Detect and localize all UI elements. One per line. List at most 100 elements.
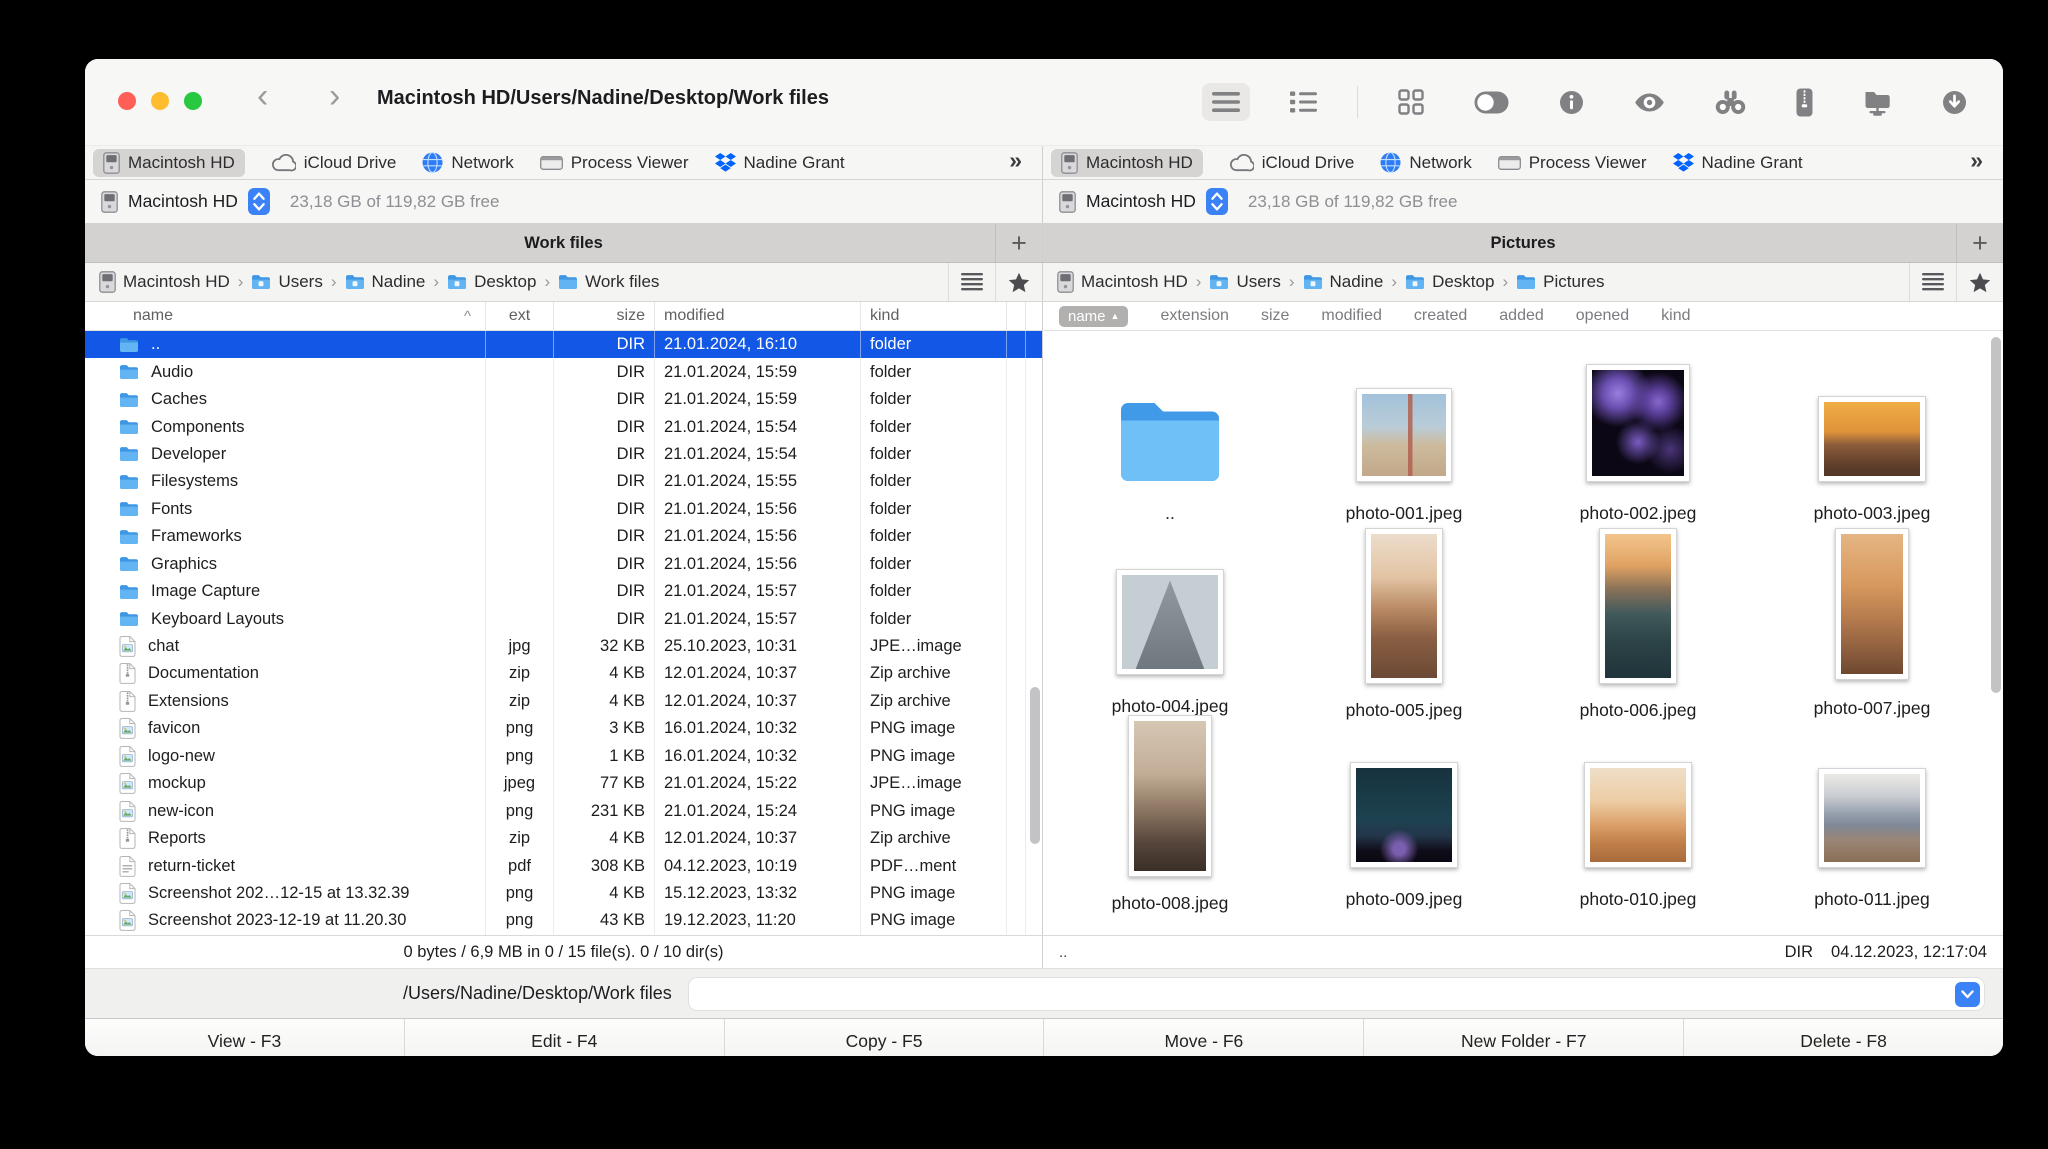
favorite-nadine-grant[interactable]: Nadine Grant <box>714 153 845 173</box>
favorite-macintosh-hd[interactable]: Macintosh HD <box>1051 148 1203 177</box>
column-header-size[interactable]: size <box>554 302 655 330</box>
column-header-opened[interactable]: opened <box>1576 307 1629 325</box>
file-row-favicon[interactable]: favicon png 3 KB 16.01.2024, 10:32 PNG image <box>85 715 1042 743</box>
drive-stepper[interactable] <box>1205 188 1228 215</box>
file-row-filesystems[interactable]: Filesystems DIR 21.01.2024, 15:55 folder <box>85 468 1042 496</box>
search-binoculars-button[interactable] <box>1705 82 1756 123</box>
grid-item-photo-010-jpeg[interactable]: photo-010.jpeg <box>1521 721 1755 914</box>
favorites-overflow-button[interactable]: » <box>1009 147 1022 174</box>
tab-work-files[interactable]: Work files <box>524 234 603 253</box>
breadcrumb-item-pictures[interactable]: Pictures <box>1516 272 1605 292</box>
add-tab-button[interactable]: + <box>995 224 1042 262</box>
column-header-kind[interactable]: kind <box>861 302 1007 330</box>
file-row-developer[interactable]: Developer DIR 21.01.2024, 15:54 folder <box>85 440 1042 469</box>
file-row-extensions[interactable]: Extensions zip 4 KB 12.01.2024, 10:37 Zip ar… <box>85 687 1042 716</box>
column-header-ext[interactable]: ext <box>486 302 554 330</box>
function-button-move-f6[interactable]: Move - F6 <box>1043 1019 1363 1056</box>
forward-button[interactable]: › <box>329 77 340 116</box>
grid-item-photo-007-jpeg[interactable]: photo-007.jpeg <box>1755 528 1989 721</box>
breadcrumb-item-nadine[interactable]: Nadine <box>345 272 425 292</box>
grid-item-photo-001-jpeg[interactable]: photo-001.jpeg <box>1287 335 1521 528</box>
function-button-copy-f5[interactable]: Copy - F5 <box>723 1019 1044 1056</box>
view-options-button[interactable] <box>948 263 995 301</box>
grid-item-item[interactable]: .. <box>1053 335 1287 528</box>
file-row-audio[interactable]: Audio DIR 21.01.2024, 15:59 folder <box>85 358 1042 386</box>
file-row-mockup[interactable]: mockup jpeg 77 KB 21.01.2024, 15:22 JPE…imag… <box>85 770 1042 798</box>
breadcrumb-item-macintosh-hd[interactable]: Macintosh HD <box>1057 271 1188 293</box>
file-row-image-capture[interactable]: Image Capture DIR 21.01.2024, 15:57 folder <box>85 577 1042 606</box>
file-row-screenshot-202-12-15-at-13-32-39[interactable]: Screenshot 202…12-15 at 13.32.39 png 4 KB 1… <box>85 879 1042 908</box>
grid-item-photo-009-jpeg[interactable]: photo-009.jpeg <box>1287 721 1521 914</box>
favorite-star-button[interactable] <box>995 263 1042 301</box>
command-history-button[interactable] <box>1955 981 1980 1007</box>
file-row-item[interactable]: .. DIR 21.01.2024, 16:10 folder <box>85 331 1042 359</box>
column-header-kind[interactable]: kind <box>1661 307 1690 325</box>
favorite-network[interactable]: Network <box>422 152 514 173</box>
favorite-network[interactable]: Network <box>1380 152 1472 173</box>
close-button[interactable] <box>118 92 136 110</box>
command-input[interactable] <box>688 977 1984 1010</box>
preview-toggle-button[interactable] <box>1464 83 1519 122</box>
zoom-button[interactable] <box>184 92 202 110</box>
file-row-fonts[interactable]: Fonts DIR 21.01.2024, 15:56 folder <box>85 495 1042 524</box>
breadcrumb-item-desktop[interactable]: Desktop <box>1405 272 1494 292</box>
archive-zip-button[interactable] <box>1786 80 1823 125</box>
column-header-name[interactable]: name ^ <box>85 302 486 330</box>
column-header-modified[interactable]: modified <box>655 302 861 330</box>
function-button-new-folder-f7[interactable]: New Folder - F7 <box>1363 1019 1683 1056</box>
file-row-caches[interactable]: Caches DIR 21.01.2024, 15:59 folder <box>85 385 1042 414</box>
file-row-keyboard-layouts[interactable]: Keyboard Layouts DIR 21.01.2024, 15:57 fold… <box>85 605 1042 633</box>
grid-item-photo-005-jpeg[interactable]: photo-005.jpeg <box>1287 528 1521 721</box>
column-header-size[interactable]: size <box>1261 307 1289 325</box>
quick-look-eye-button[interactable] <box>1624 84 1675 121</box>
breadcrumb-item-users[interactable]: Users <box>251 272 323 292</box>
back-button[interactable]: ‹ <box>257 77 268 116</box>
file-row-logo-new[interactable]: logo-new png 1 KB 16.01.2024, 10:32 PNG imag… <box>85 742 1042 770</box>
file-row-chat[interactable]: chat jpg 32 KB 25.10.2023, 10:31 JPE…image <box>85 632 1042 661</box>
download-button[interactable] <box>1932 82 1977 123</box>
breadcrumb-item-work-files[interactable]: Work files <box>558 272 659 292</box>
file-row-return-ticket[interactable]: return-ticket pdf 308 KB 04.12.2023, 10:19 P… <box>85 852 1042 880</box>
function-button-view-f3[interactable]: View - F3 <box>85 1019 404 1056</box>
drive-stepper[interactable] <box>247 188 270 215</box>
view-options-button[interactable] <box>1909 263 1956 301</box>
detail-list-view-button[interactable] <box>1280 83 1327 121</box>
favorite-process-viewer[interactable]: Process Viewer <box>539 153 689 173</box>
add-tab-button[interactable]: + <box>1956 224 2003 262</box>
favorite-icloud-drive[interactable]: iCloud Drive <box>1229 153 1354 173</box>
column-header-extension[interactable]: extension <box>1160 307 1229 325</box>
grid-item-photo-003-jpeg[interactable]: photo-003.jpeg <box>1755 335 1989 528</box>
file-row-documentation[interactable]: Documentation zip 4 KB 12.01.2024, 10:37 Zip… <box>85 660 1042 688</box>
column-header-modified[interactable]: modified <box>1321 307 1381 325</box>
file-row-new-icon[interactable]: new-icon png 231 KB 21.01.2024, 15:24 PNG im… <box>85 797 1042 825</box>
favorite-macintosh-hd[interactable]: Macintosh HD <box>93 148 245 177</box>
favorite-nadine-grant[interactable]: Nadine Grant <box>1672 153 1803 173</box>
column-header-created[interactable]: created <box>1414 307 1467 325</box>
column-header-name[interactable]: name ▲ <box>1059 305 1129 327</box>
favorite-star-button[interactable] <box>1956 263 2003 301</box>
grid-item-photo-002-jpeg[interactable]: photo-002.jpeg <box>1521 335 1755 528</box>
grid-item-photo-011-jpeg[interactable]: photo-011.jpeg <box>1755 721 1989 914</box>
grid-view-button[interactable] <box>1388 81 1434 123</box>
minimize-button[interactable] <box>151 92 169 110</box>
network-folder-button[interactable] <box>1853 81 1902 124</box>
file-row-reports[interactable]: Reports zip 4 KB 12.01.2024, 10:37 Zip archi… <box>85 824 1042 853</box>
breadcrumb-item-users[interactable]: Users <box>1209 272 1281 292</box>
file-row-graphics[interactable]: Graphics DIR 21.01.2024, 15:56 folder <box>85 550 1042 578</box>
breadcrumb-item-macintosh-hd[interactable]: Macintosh HD <box>99 271 230 293</box>
scrollbar-left[interactable] <box>1030 331 1040 935</box>
column-header-added[interactable]: added <box>1499 307 1544 325</box>
function-button-delete-f8[interactable]: Delete - F8 <box>1683 1019 2003 1056</box>
grid-item-photo-008-jpeg[interactable]: photo-008.jpeg <box>1053 715 1287 914</box>
list-view-button[interactable] <box>1202 83 1250 121</box>
grid-item-photo-004-jpeg[interactable]: photo-004.jpeg <box>1053 528 1287 721</box>
file-row-screenshot-2023-12-19-at-11-20-30[interactable]: Screenshot 2023-12-19 at 11.20.30 png 43 K… <box>85 907 1042 935</box>
tab-pictures[interactable]: Pictures <box>1490 234 1555 253</box>
info-button[interactable] <box>1549 82 1594 123</box>
breadcrumb-item-desktop[interactable]: Desktop <box>447 272 536 292</box>
file-row-frameworks[interactable]: Frameworks DIR 21.01.2024, 15:56 folder <box>85 523 1042 551</box>
breadcrumb-item-nadine[interactable]: Nadine <box>1303 272 1383 292</box>
favorites-overflow-button[interactable]: » <box>1970 147 1983 174</box>
file-row-components[interactable]: Components DIR 21.01.2024, 15:54 folder <box>85 413 1042 441</box>
favorite-process-viewer[interactable]: Process Viewer <box>1497 153 1647 173</box>
